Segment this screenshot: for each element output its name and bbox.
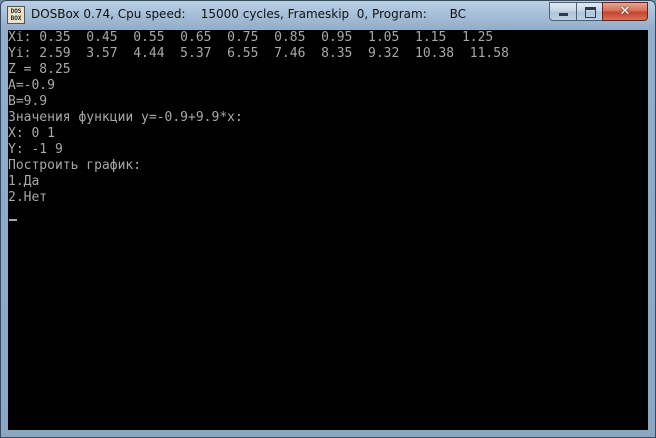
text-cursor — [9, 219, 17, 221]
console-line-b: B=9.9 — [8, 94, 48, 109]
close-button[interactable]: ✕ — [602, 2, 648, 21]
console-line-yi: Yi: 2.59 3.57 4.44 5.37 6.55 7.46 8.35 9… — [8, 46, 509, 61]
console-line-prompt: Построить график: — [8, 158, 142, 173]
close-icon: ✕ — [619, 4, 631, 19]
title-bar[interactable]: DOS BOX DOSBox 0.74, Cpu speed: 15000 cy… — [1, 1, 655, 30]
console-option-yes: 1.Да — [8, 174, 40, 189]
console-line-xi: Xi: 0.35 0.45 0.55 0.65 0.75 0.85 0.95 1… — [8, 30, 494, 45]
console-line-a: A=-0.9 — [8, 78, 55, 93]
maximize-icon — [585, 7, 596, 18]
window-title: DOSBox 0.74, Cpu speed: 15000 cycles, Fr… — [31, 7, 467, 21]
console-option-no: 2.Нет — [8, 190, 48, 205]
dosbox-window: DOS BOX DOSBox 0.74, Cpu speed: 15000 cy… — [0, 0, 656, 438]
dos-console[interactable]: Xi: 0.35 0.45 0.55 0.65 0.75 0.85 0.95 1… — [8, 30, 648, 430]
dosbox-app-icon[interactable]: DOS BOX — [7, 6, 25, 24]
minimize-icon — [559, 13, 568, 16]
console-line-z: Z = 8.25 — [8, 62, 71, 77]
minimize-button[interactable] — [549, 2, 577, 21]
maximize-button[interactable] — [576, 2, 603, 21]
console-line-y-range: Y: -1 9 — [8, 142, 63, 157]
console-line-function: Значения функции y=-0.9+9.9*x: — [8, 110, 243, 125]
console-line-x-range: X: 0 1 — [8, 126, 55, 141]
